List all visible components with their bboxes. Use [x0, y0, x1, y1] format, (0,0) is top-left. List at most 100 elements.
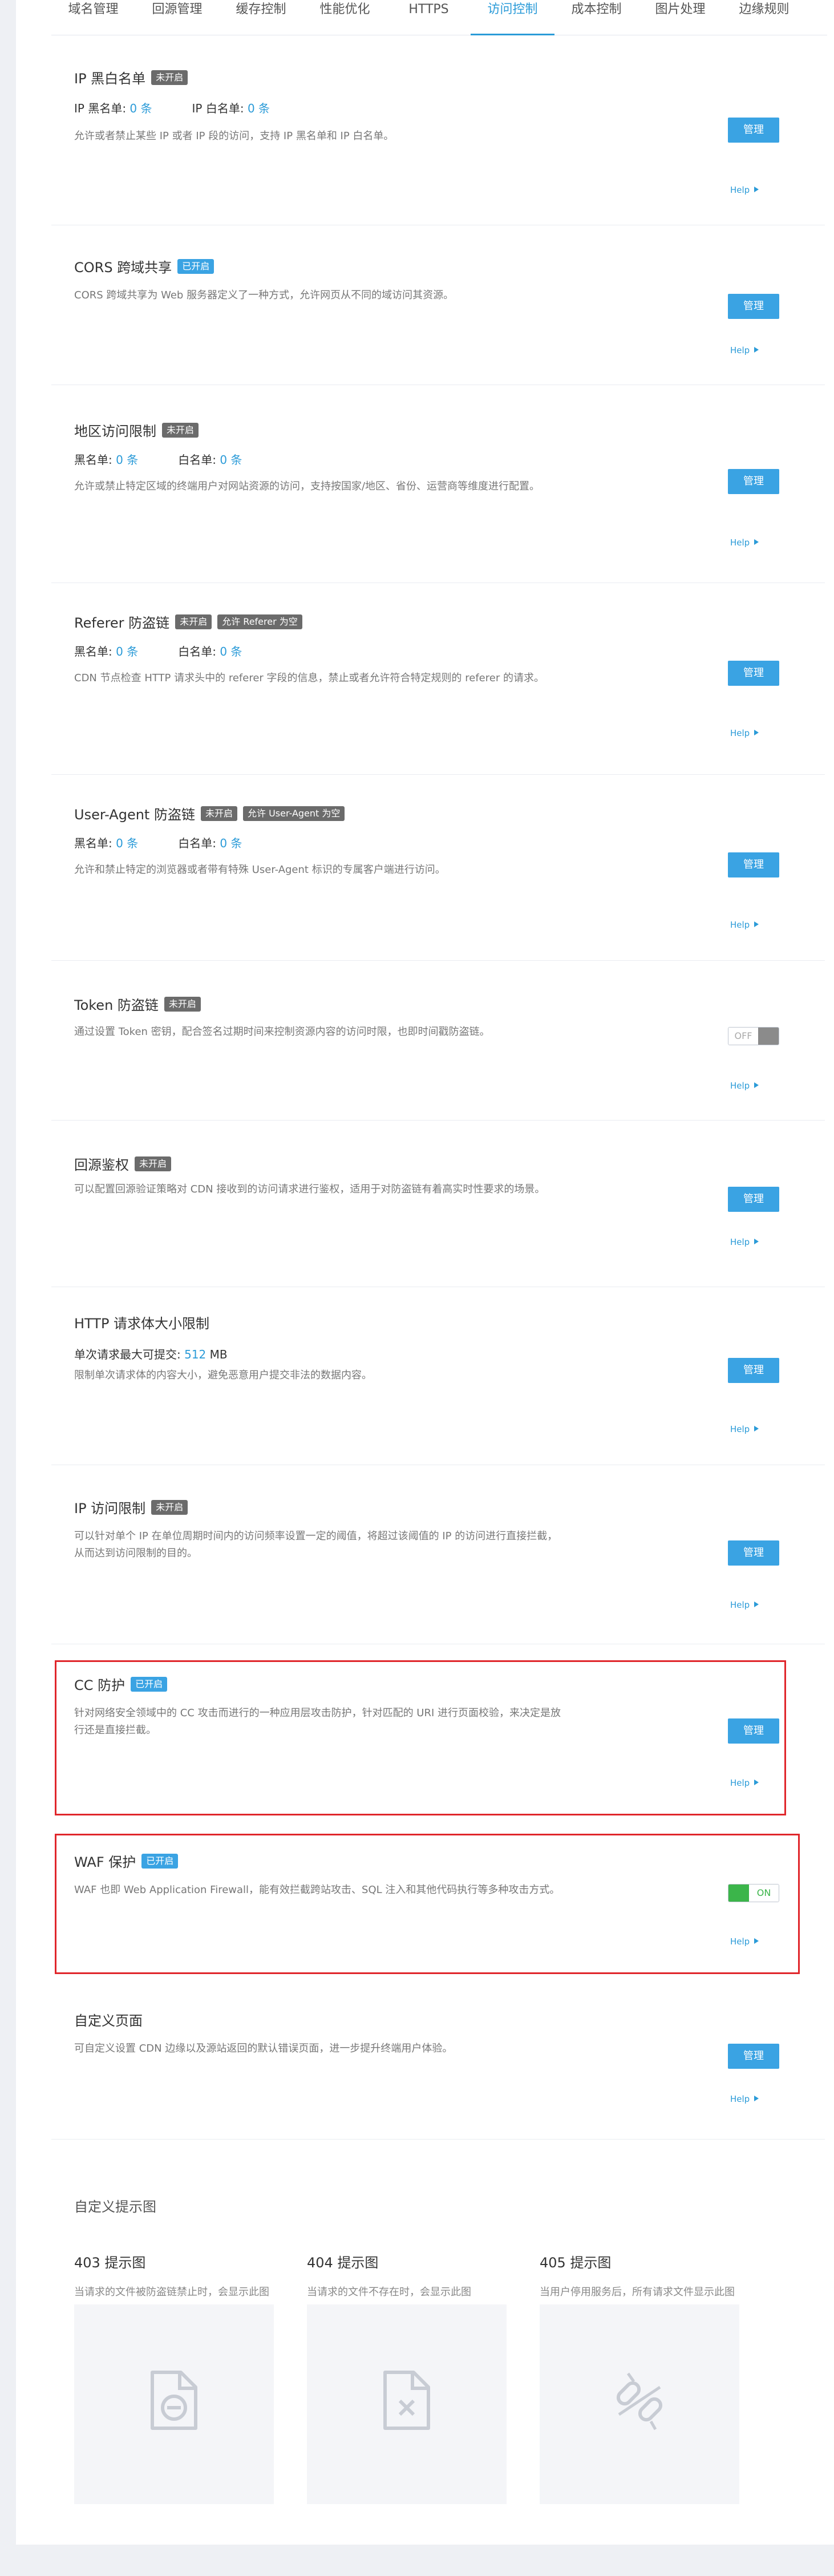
help-link[interactable]: Help — [730, 1081, 759, 1091]
highlight-box — [55, 1660, 786, 1815]
manage-button[interactable]: 管理 — [728, 661, 779, 686]
triangle-right-icon — [754, 2096, 759, 2101]
file-minus-icon — [151, 2371, 197, 2430]
section-region-restriction: 地区访问限制 未开启 黑名单: 0 条 白名单: 0 条 允许或禁止特定区域的终… — [51, 418, 825, 583]
status-badge: 未开启 — [135, 1156, 172, 1171]
stat-label: 黑名单: — [74, 453, 112, 467]
section-referer: Referer 防盗链 未开启 允许 Referer 为空 黑名单: 0 条 白… — [51, 609, 825, 775]
triangle-right-icon — [754, 730, 759, 735]
stat-label: 黑名单: — [74, 645, 112, 658]
tip-image[interactable] — [74, 2304, 274, 2504]
tip-description: 当用户停用服务后，所有请求文件显示此图 — [540, 2286, 735, 2298]
manage-button[interactable]: 管理 — [728, 1187, 779, 1212]
blacklist-count[interactable]: 0 条 — [116, 453, 138, 467]
blacklist-count[interactable]: 0 条 — [129, 102, 152, 115]
help-link[interactable]: Help — [730, 1424, 759, 1434]
tab-https[interactable]: HTTPS — [387, 0, 471, 35]
manage-button[interactable]: 管理 — [728, 469, 779, 494]
section-title: IP 访问限制 — [74, 1501, 146, 1517]
tab-performance[interactable]: 性能优化 — [303, 0, 387, 35]
manage-button[interactable]: 管理 — [728, 2044, 779, 2069]
stats-row: 黑名单: 0 条 白名单: 0 条 — [74, 451, 242, 467]
help-link[interactable]: Help — [730, 1600, 759, 1610]
triangle-right-icon — [754, 347, 759, 353]
section-custom-page: 自定义页面 可自定义设置 CDN 边缘以及源站返回的默认错误页面，进一步提升终端… — [51, 2008, 825, 2140]
section-description: CORS 跨域共享为 Web 服务器定义了一种方式，允许网页从不同的域访问其资源… — [74, 289, 454, 301]
whitelist-count[interactable]: 0 条 — [220, 836, 242, 850]
tab-origin[interactable]: 回源管理 — [135, 0, 219, 35]
section-description: 允许或禁止特定区域的终端用户对网站资源的访问，支持按国家/地区、省份、运营商等维… — [74, 480, 540, 492]
manage-button[interactable]: 管理 — [728, 1358, 779, 1383]
section-origin-auth: 回源鉴权 未开启 可以配置回源验证策略对 CDN 接收到的访问请求进行鉴权，适用… — [51, 1151, 825, 1287]
settings-tabs: 域名管理 回源管理 缓存控制 性能优化 HTTPS 访问控制 成本控制 图片处理… — [51, 0, 827, 35]
section-title: Referer 防盗链 — [74, 615, 170, 631]
tip-title: 403 提示图 — [74, 2255, 146, 2271]
tab-cost[interactable]: 成本控制 — [554, 0, 638, 35]
stat-label: 白名单: — [178, 453, 216, 467]
section-title: HTTP 请求体大小限制 — [74, 1316, 210, 1332]
section-title: CORS 跨域共享 — [74, 260, 172, 276]
whitelist-count[interactable]: 0 条 — [220, 645, 242, 658]
tab-image[interactable]: 图片处理 — [638, 0, 722, 35]
tip-description: 当请求的文件不存在时，会显示此图 — [307, 2286, 471, 2298]
help-link[interactable]: Help — [730, 920, 759, 930]
help-link[interactable]: Help — [730, 345, 759, 355]
manage-button[interactable]: 管理 — [728, 852, 779, 877]
section-title: 回源鉴权 — [74, 1157, 129, 1173]
section-user-agent: User-Agent 防盗链 未开启 允许 User-Agent 为空 黑名单:… — [51, 801, 825, 961]
help-link[interactable]: Help — [730, 1237, 759, 1247]
tip-image[interactable] — [540, 2304, 739, 2504]
section-token: Token 防盗链 未开启 通过设置 Token 密钥，配合签名过期时间来控制资… — [51, 992, 825, 1121]
section-description: 可以针对单个 IP 在单位周期时间内的访问频率设置一定的阈值，将超过该阈值的 I… — [74, 1530, 558, 1559]
blacklist-count[interactable]: 0 条 — [116, 836, 138, 850]
help-link[interactable]: Help — [730, 537, 759, 548]
stat-label: IP 白名单: — [192, 102, 244, 115]
tips-section-title: 自定义提示图 — [74, 2199, 156, 2215]
triangle-right-icon — [754, 187, 759, 192]
section-title: 地区访问限制 — [74, 423, 156, 439]
tab-cache[interactable]: 缓存控制 — [219, 0, 303, 35]
status-badge: 已开启 — [177, 258, 214, 274]
section-title: Token 防盗链 — [74, 997, 159, 1013]
tip-card-405: 405 提示图 当用户停用服务后，所有请求文件显示此图 — [540, 2251, 739, 2504]
tab-domain[interactable]: 域名管理 — [51, 0, 135, 35]
triangle-right-icon — [754, 1082, 759, 1088]
tip-title: 404 提示图 — [307, 2255, 379, 2271]
triangle-right-icon — [754, 1602, 759, 1607]
whitelist-count[interactable]: 0 条 — [220, 453, 242, 467]
page-content: 域名管理 回源管理 缓存控制 性能优化 HTTPS 访问控制 成本控制 图片处理… — [16, 0, 834, 2545]
token-toggle[interactable]: OFF — [728, 1027, 779, 1045]
section-description: 允许或者禁止某些 IP 或者 IP 段的访问，支持 IP 黑名单和 IP 白名单… — [74, 130, 394, 142]
help-link[interactable]: Help — [730, 2094, 759, 2104]
highlight-box — [55, 1834, 800, 1974]
toggle-knob — [758, 1028, 779, 1045]
status-badge: 未开启 — [162, 422, 199, 438]
tip-image[interactable] — [307, 2304, 507, 2504]
stats-row: 黑名单: 0 条 白名单: 0 条 — [74, 642, 242, 659]
broken-link-icon — [616, 2372, 663, 2431]
tab-edge-rules[interactable]: 边缘规则 — [722, 0, 806, 35]
stat-label: 白名单: — [178, 645, 216, 658]
status-badge: 未开启 — [200, 806, 237, 821]
manage-button[interactable]: 管理 — [728, 1540, 779, 1566]
file-x-icon — [383, 2371, 430, 2430]
triangle-right-icon — [754, 921, 759, 927]
section-cors: CORS 跨域共享 已开启 CORS 跨域共享为 Web 服务器定义了一种方式，… — [51, 254, 825, 385]
tip-card-404: 404 提示图 当请求的文件不存在时，会显示此图 — [307, 2251, 507, 2504]
manage-button[interactable]: 管理 — [728, 294, 779, 319]
manage-button[interactable]: 管理 — [728, 118, 779, 143]
whitelist-count[interactable]: 0 条 — [248, 102, 270, 115]
triangle-right-icon — [754, 539, 759, 545]
status-badge: 未开启 — [164, 996, 201, 1012]
tip-title: 405 提示图 — [540, 2255, 612, 2271]
status-badge: 未开启 — [151, 70, 188, 85]
max-body-size[interactable]: 512 — [184, 1348, 206, 1361]
help-link[interactable]: Help — [730, 185, 759, 195]
section-description: 通过设置 Token 密钥，配合签名过期时间来控制资源内容的访问时限，也即时间戳… — [74, 1026, 490, 1038]
triangle-right-icon — [754, 1426, 759, 1431]
toggle-label: OFF — [728, 1028, 758, 1045]
help-link[interactable]: Help — [730, 728, 759, 738]
blacklist-count[interactable]: 0 条 — [116, 645, 138, 658]
section-body-limit: HTTP 请求体大小限制 单次请求最大可提交: 512 MB 限制单次请求体的内… — [51, 1311, 825, 1465]
tab-access-control[interactable]: 访问控制 — [471, 0, 554, 35]
